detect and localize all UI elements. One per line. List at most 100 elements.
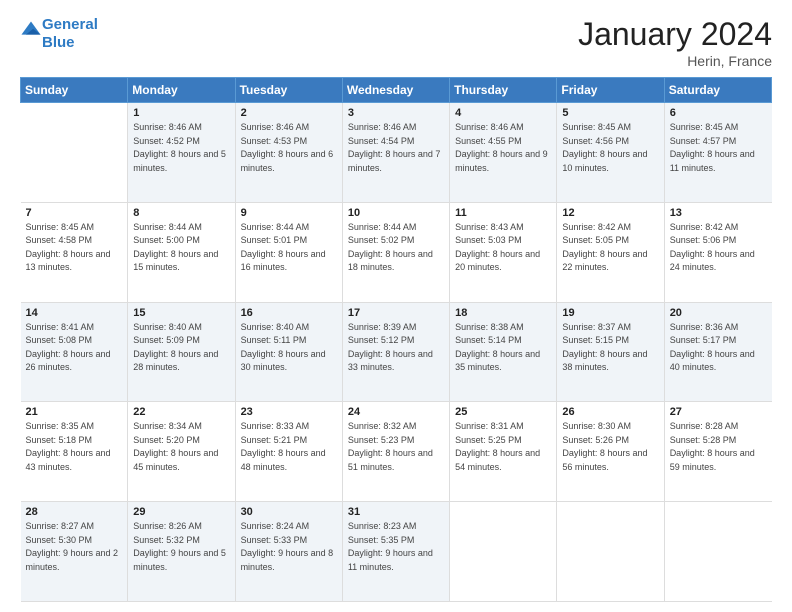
day-info: Sunrise: 8:45 AMSunset: 4:56 PMDaylight:… [562,122,647,173]
calendar-cell: 22 Sunrise: 8:34 AMSunset: 5:20 PMDaylig… [128,402,235,502]
day-info: Sunrise: 8:46 AMSunset: 4:52 PMDaylight:… [133,122,226,173]
day-info: Sunrise: 8:31 AMSunset: 5:25 PMDaylight:… [455,421,540,472]
day-info: Sunrise: 8:42 AMSunset: 5:06 PMDaylight:… [670,222,755,273]
calendar-cell: 18 Sunrise: 8:38 AMSunset: 5:14 PMDaylig… [450,302,557,402]
day-number: 15 [133,307,229,319]
day-number: 11 [455,207,551,219]
weekday-header-tuesday: Tuesday [235,78,342,103]
calendar-cell: 3 Sunrise: 8:46 AMSunset: 4:54 PMDayligh… [342,103,449,203]
day-number: 28 [26,506,123,518]
calendar-cell: 20 Sunrise: 8:36 AMSunset: 5:17 PMDaylig… [664,302,771,402]
week-row-1: 1 Sunrise: 8:46 AMSunset: 4:52 PMDayligh… [21,103,772,203]
day-info: Sunrise: 8:41 AMSunset: 5:08 PMDaylight:… [26,322,111,373]
day-info: Sunrise: 8:28 AMSunset: 5:28 PMDaylight:… [670,421,755,472]
day-number: 30 [241,506,337,518]
weekday-header-friday: Friday [557,78,664,103]
calendar-page: General Blue January 2024 Herin, France … [0,0,792,612]
day-info: Sunrise: 8:45 AMSunset: 4:57 PMDaylight:… [670,122,755,173]
logo: General Blue [20,16,98,52]
calendar-cell: 15 Sunrise: 8:40 AMSunset: 5:09 PMDaylig… [128,302,235,402]
calendar-cell: 8 Sunrise: 8:44 AMSunset: 5:00 PMDayligh… [128,202,235,302]
calendar-cell: 13 Sunrise: 8:42 AMSunset: 5:06 PMDaylig… [664,202,771,302]
calendar-cell: 24 Sunrise: 8:32 AMSunset: 5:23 PMDaylig… [342,402,449,502]
week-row-2: 7 Sunrise: 8:45 AMSunset: 4:58 PMDayligh… [21,202,772,302]
day-number: 19 [562,307,658,319]
weekday-header-sunday: Sunday [21,78,128,103]
day-info: Sunrise: 8:44 AMSunset: 5:00 PMDaylight:… [133,222,218,273]
calendar-cell: 11 Sunrise: 8:43 AMSunset: 5:03 PMDaylig… [450,202,557,302]
calendar-cell: 2 Sunrise: 8:46 AMSunset: 4:53 PMDayligh… [235,103,342,203]
calendar-cell: 21 Sunrise: 8:35 AMSunset: 5:18 PMDaylig… [21,402,128,502]
day-number: 25 [455,406,551,418]
calendar-cell: 14 Sunrise: 8:41 AMSunset: 5:08 PMDaylig… [21,302,128,402]
day-info: Sunrise: 8:42 AMSunset: 5:05 PMDaylight:… [562,222,647,273]
day-number: 22 [133,406,229,418]
day-info: Sunrise: 8:45 AMSunset: 4:58 PMDaylight:… [26,222,111,273]
logo-text-line1: General [42,16,98,34]
calendar-cell: 31 Sunrise: 8:23 AMSunset: 5:35 PMDaylig… [342,502,449,602]
day-info: Sunrise: 8:33 AMSunset: 5:21 PMDaylight:… [241,421,326,472]
day-info: Sunrise: 8:32 AMSunset: 5:23 PMDaylight:… [348,421,433,472]
day-number: 16 [241,307,337,319]
week-row-4: 21 Sunrise: 8:35 AMSunset: 5:18 PMDaylig… [21,402,772,502]
day-number: 17 [348,307,444,319]
calendar-cell [557,502,664,602]
header: General Blue January 2024 Herin, France [20,16,772,69]
weekday-header-wednesday: Wednesday [342,78,449,103]
day-info: Sunrise: 8:23 AMSunset: 5:35 PMDaylight:… [348,521,433,572]
calendar-cell: 27 Sunrise: 8:28 AMSunset: 5:28 PMDaylig… [664,402,771,502]
week-row-3: 14 Sunrise: 8:41 AMSunset: 5:08 PMDaylig… [21,302,772,402]
day-info: Sunrise: 8:46 AMSunset: 4:55 PMDaylight:… [455,122,548,173]
day-info: Sunrise: 8:46 AMSunset: 4:54 PMDaylight:… [348,122,441,173]
day-info: Sunrise: 8:40 AMSunset: 5:09 PMDaylight:… [133,322,218,373]
location: Herin, France [578,53,772,69]
calendar-cell: 19 Sunrise: 8:37 AMSunset: 5:15 PMDaylig… [557,302,664,402]
weekday-header-monday: Monday [128,78,235,103]
calendar-cell: 10 Sunrise: 8:44 AMSunset: 5:02 PMDaylig… [342,202,449,302]
calendar-cell: 12 Sunrise: 8:42 AMSunset: 5:05 PMDaylig… [557,202,664,302]
week-row-5: 28 Sunrise: 8:27 AMSunset: 5:30 PMDaylig… [21,502,772,602]
day-number: 14 [26,307,123,319]
calendar-cell: 1 Sunrise: 8:46 AMSunset: 4:52 PMDayligh… [128,103,235,203]
weekday-header-row: SundayMondayTuesdayWednesdayThursdayFrid… [21,78,772,103]
day-number: 8 [133,207,229,219]
calendar-cell: 9 Sunrise: 8:44 AMSunset: 5:01 PMDayligh… [235,202,342,302]
day-info: Sunrise: 8:24 AMSunset: 5:33 PMDaylight:… [241,521,334,572]
day-number: 27 [670,406,767,418]
calendar-cell: 7 Sunrise: 8:45 AMSunset: 4:58 PMDayligh… [21,202,128,302]
calendar-cell: 17 Sunrise: 8:39 AMSunset: 5:12 PMDaylig… [342,302,449,402]
day-number: 9 [241,207,337,219]
day-info: Sunrise: 8:34 AMSunset: 5:20 PMDaylight:… [133,421,218,472]
calendar-cell [21,103,128,203]
day-number: 24 [348,406,444,418]
day-number: 20 [670,307,767,319]
day-info: Sunrise: 8:36 AMSunset: 5:17 PMDaylight:… [670,322,755,373]
day-number: 18 [455,307,551,319]
weekday-header-saturday: Saturday [664,78,771,103]
day-info: Sunrise: 8:39 AMSunset: 5:12 PMDaylight:… [348,322,433,373]
day-info: Sunrise: 8:27 AMSunset: 5:30 PMDaylight:… [26,521,119,572]
day-number: 6 [670,107,767,119]
day-info: Sunrise: 8:44 AMSunset: 5:02 PMDaylight:… [348,222,433,273]
calendar-cell: 23 Sunrise: 8:33 AMSunset: 5:21 PMDaylig… [235,402,342,502]
calendar-cell: 26 Sunrise: 8:30 AMSunset: 5:26 PMDaylig… [557,402,664,502]
day-number: 5 [562,107,658,119]
day-info: Sunrise: 8:35 AMSunset: 5:18 PMDaylight:… [26,421,111,472]
day-info: Sunrise: 8:43 AMSunset: 5:03 PMDaylight:… [455,222,540,273]
day-info: Sunrise: 8:44 AMSunset: 5:01 PMDaylight:… [241,222,326,273]
day-number: 29 [133,506,229,518]
logo-text-line2: Blue [42,34,98,52]
calendar-cell [450,502,557,602]
calendar-cell: 6 Sunrise: 8:45 AMSunset: 4:57 PMDayligh… [664,103,771,203]
day-number: 2 [241,107,337,119]
day-number: 1 [133,107,229,119]
day-number: 4 [455,107,551,119]
day-number: 7 [26,207,123,219]
day-number: 13 [670,207,767,219]
day-info: Sunrise: 8:38 AMSunset: 5:14 PMDaylight:… [455,322,540,373]
day-number: 23 [241,406,337,418]
calendar-cell: 30 Sunrise: 8:24 AMSunset: 5:33 PMDaylig… [235,502,342,602]
calendar-cell: 29 Sunrise: 8:26 AMSunset: 5:32 PMDaylig… [128,502,235,602]
day-info: Sunrise: 8:30 AMSunset: 5:26 PMDaylight:… [562,421,647,472]
day-number: 12 [562,207,658,219]
